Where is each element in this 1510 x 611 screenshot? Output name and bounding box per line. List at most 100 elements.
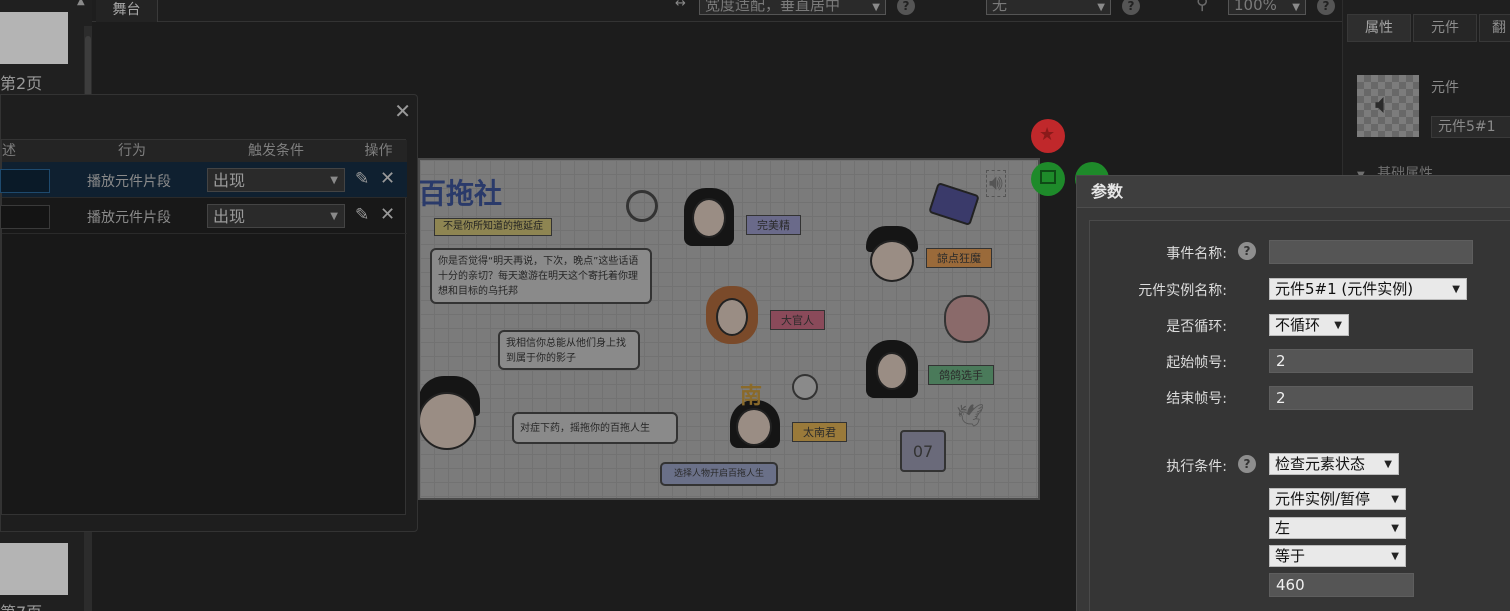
preview-button[interactable] [1031, 162, 1065, 196]
stomach-icon [944, 295, 990, 343]
character-face-4 [876, 352, 908, 390]
row-trigger-value: 出现 [213, 207, 246, 226]
page-thumbnail-2[interactable] [0, 12, 68, 64]
calendar-icon: 07 [900, 430, 946, 472]
start-frame-input[interactable]: 2 [1269, 349, 1473, 373]
poster-title: 百拖社 [418, 177, 503, 210]
condition-type-select[interactable]: 检查元素状态 ▼ [1269, 453, 1399, 475]
element-name-field[interactable]: 元件5#1 [1431, 116, 1510, 138]
character-badge: 南 [740, 384, 763, 409]
chevron-down-icon: ▼ [1384, 459, 1392, 470]
pencil-icon[interactable]: ✎ [355, 205, 369, 225]
character-face-3 [716, 298, 748, 336]
transition-value: 无 [992, 0, 1008, 14]
instance-name-select[interactable]: 元件5#1 (元件实例) ▼ [1269, 278, 1467, 300]
tab-properties[interactable]: 属性 [1347, 14, 1411, 42]
interaction-table: 述 行为 触发条件 操作 播放元件片段 出现 ▼ ✎ ✕ 播放元件片段 出现 ▼ ✎… [0, 139, 407, 515]
loop-label: 是否循环: [1166, 319, 1227, 335]
chevron-down-icon: ▼ [1452, 284, 1460, 295]
fit-width-icon: ↔ [675, 0, 686, 11]
condition-target-select[interactable]: 元件实例/暂停 ▼ [1269, 488, 1406, 510]
row-trigger-select[interactable]: 出现 ▼ [207, 168, 345, 192]
row-behavior: 播放元件片段 [87, 174, 171, 190]
table-row[interactable]: 播放元件片段 出现 ▼ ✎ ✕ [0, 162, 407, 198]
chevron-down-icon: ▼ [330, 175, 338, 186]
tab-element[interactable]: 元件 [1413, 14, 1477, 42]
element-type-label: 元件 [1431, 80, 1459, 96]
chevron-down-icon: ▼ [1391, 494, 1399, 505]
speaker-icon: 🔈︎ [1375, 87, 1392, 120]
page-thumbnail-7[interactable] [0, 543, 68, 595]
condition-operator-value: 等于 [1275, 547, 1306, 565]
play-box-icon [1040, 170, 1056, 184]
condition-property-select[interactable]: 左 ▼ [1269, 517, 1406, 539]
row-trigger-select[interactable]: 出现 ▼ [207, 204, 345, 228]
condition-target-value: 元件实例/暂停 [1275, 490, 1371, 508]
chevron-down-icon: ▼ [330, 211, 338, 222]
delete-icon[interactable]: ✕ [380, 204, 395, 225]
instance-name-value: 元件5#1 (元件实例) [1275, 280, 1414, 298]
speech-bubble-2: 我相信你总能从他们身上找到属于你的影子 [498, 330, 640, 370]
page-label-7: 第7页 [0, 599, 42, 611]
zoom-select[interactable]: 100% ▼ [1228, 0, 1306, 15]
compass-icon [792, 374, 818, 400]
close-icon[interactable]: ✕ [394, 99, 411, 123]
chevron-down-icon: ▼ [1391, 523, 1399, 534]
end-frame-input[interactable]: 2 [1269, 386, 1473, 410]
star-plus-icon: ★ [1039, 124, 1056, 145]
tag-perfectionist: 完美精 [746, 215, 801, 235]
params-panel: 参数 事件名称: ? 元件实例名称: 元件5#1 (元件实例) ▼ 是否循环: 不… [1076, 175, 1510, 611]
up-arrow-icon[interactable]: ▲ [77, 0, 85, 7]
character-face-2 [870, 240, 914, 282]
page-label-2: 第2页 [0, 74, 43, 93]
loop-value: 不循环 [1275, 316, 1321, 334]
event-name-label: 事件名称: [1166, 246, 1227, 262]
column-header-action: 操作 [350, 140, 407, 162]
column-header-trigger: 触发条件 [202, 140, 350, 162]
tag-boss: 大官人 [770, 310, 825, 330]
bird-icon: 🕊︎ [956, 404, 984, 429]
speech-bubble-1: 你是否觉得“明天再说，下次，晚点”这些话语十分的亲切？每天邀游在明天这个寄托着你… [430, 248, 652, 304]
condition-operator-select[interactable]: 等于 ▼ [1269, 545, 1406, 567]
character-face-5 [736, 408, 772, 446]
condition-value-input[interactable]: 460 [1269, 573, 1414, 597]
row-description-input[interactable] [0, 205, 50, 229]
params-title: 参数 [1077, 176, 1510, 208]
transition-select[interactable]: 无 ▼ [986, 0, 1111, 15]
help-icon[interactable]: ? [1238, 242, 1256, 260]
character-face-1 [692, 198, 726, 238]
start-button[interactable]: 选择人物开启百拖人生 [660, 462, 778, 486]
table-row[interactable]: 播放元件片段 出现 ▼ ✎ ✕ [0, 198, 407, 234]
stage-canvas[interactable]: 百拖社 不是你所知道的拖延症 你是否觉得“明天再说，下次，晚点”这些话语十分的亲… [418, 158, 1040, 500]
help-icon[interactable]: ? [1238, 455, 1256, 473]
row-behavior: 播放元件片段 [87, 210, 171, 226]
tab-flip[interactable]: 翻 [1479, 14, 1510, 42]
condition-type-value: 检查元素状态 [1275, 455, 1366, 473]
tag-dove: 鸽鸽选手 [928, 365, 994, 385]
magnifier-icon [626, 190, 658, 222]
character-face-6 [420, 392, 476, 450]
interaction-dialog: ✕ 述 行为 触发条件 操作 播放元件片段 出现 ▼ ✎ ✕ 播放元件片段 出现 ▼… [0, 94, 418, 532]
speech-bubble-3: 对症下药，摇拖你的百拖人生 [512, 412, 678, 444]
delete-icon[interactable]: ✕ [380, 168, 395, 189]
chevron-down-icon: ▼ [872, 2, 880, 13]
chevron-down-icon: ▼ [1097, 2, 1105, 13]
add-animation-button[interactable]: ★ [1031, 119, 1065, 153]
condition-property-value: 左 [1275, 519, 1291, 537]
tag-deadline: 諒点狂魔 [926, 248, 992, 268]
fit-mode-select[interactable]: 宽度适配，垂直居中 ▼ [699, 0, 886, 15]
row-trigger-value: 出现 [213, 171, 246, 190]
element-preview: 🔈︎ [1357, 75, 1419, 137]
loop-select[interactable]: 不循环 ▼ [1269, 314, 1349, 336]
row-description-input[interactable] [0, 169, 50, 193]
search-icon[interactable]: ⚲ [1196, 0, 1208, 14]
chevron-down-icon: ▼ [1334, 320, 1342, 331]
tab-stage[interactable]: 舞台 [96, 0, 158, 22]
sound-icon[interactable]: 🔊︎ [986, 170, 1006, 197]
pencil-icon[interactable]: ✎ [355, 169, 369, 189]
zoom-value: 100% [1234, 0, 1277, 14]
end-frame-label: 结束帧号: [1166, 391, 1227, 407]
column-header-behavior: 行为 [62, 140, 202, 162]
event-name-input[interactable] [1269, 240, 1473, 264]
tag-south: 太南君 [792, 422, 847, 442]
